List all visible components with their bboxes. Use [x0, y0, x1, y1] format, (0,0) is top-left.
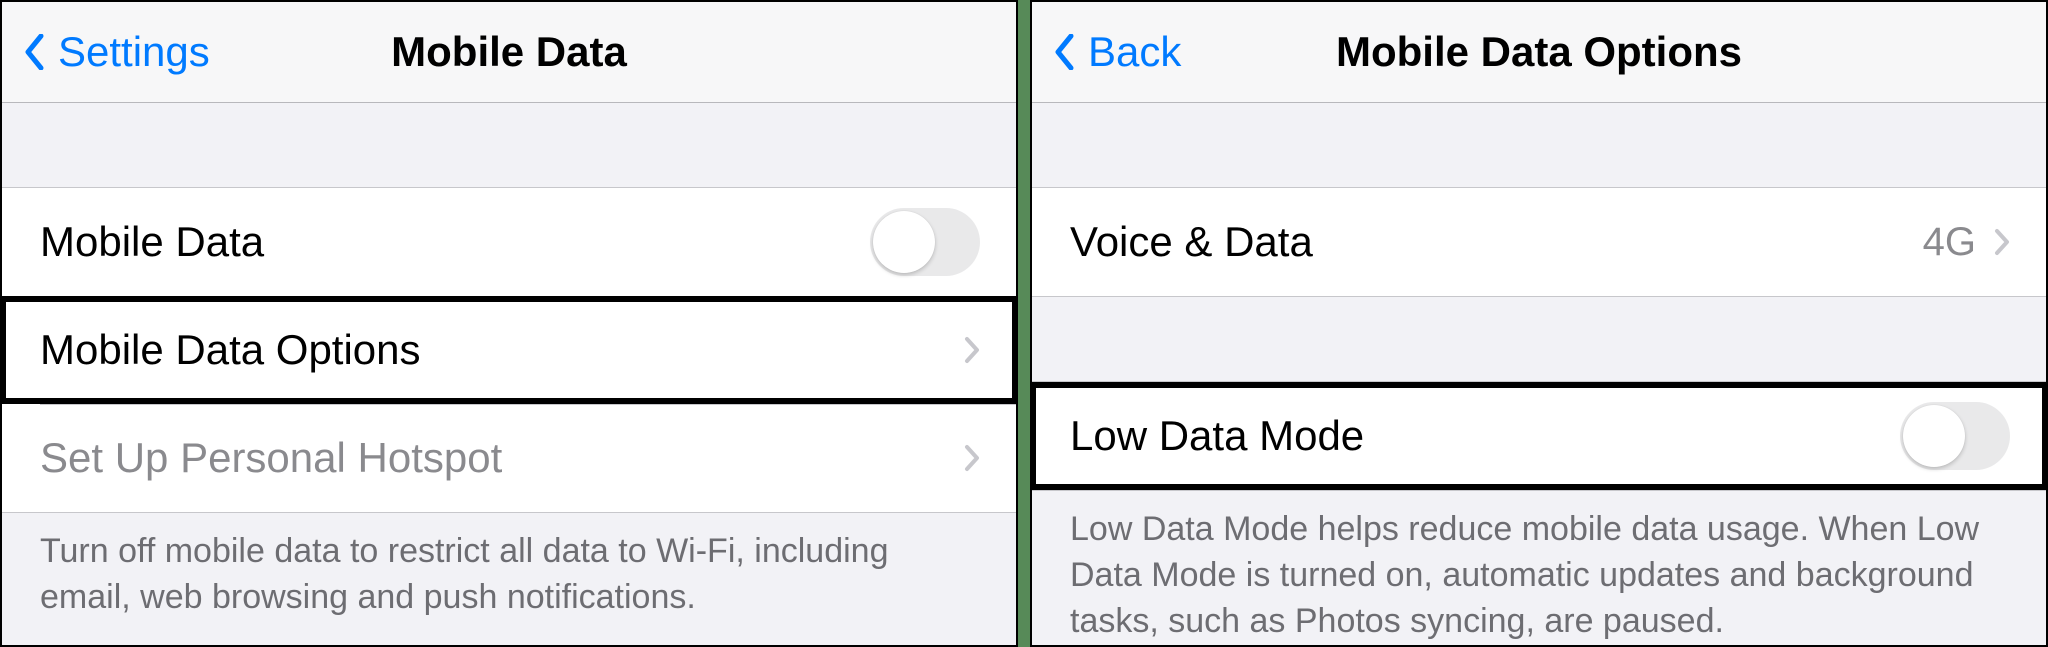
back-button[interactable]: Settings [24, 2, 210, 102]
row-value: 4G [1923, 220, 1976, 265]
toggle-knob [873, 211, 935, 273]
spacer [1032, 103, 2046, 187]
settings-group: Low Data Mode [1032, 381, 2046, 491]
toggle-knob [1903, 405, 1965, 467]
content[interactable]: Mobile Data Mobile Data Options Set Up P… [2, 103, 1016, 621]
row-voice-and-data[interactable]: Voice & Data 4G [1032, 188, 2046, 296]
pane-divider [1018, 0, 1030, 647]
navbar: Settings Mobile Data [2, 2, 1016, 103]
back-label: Settings [58, 28, 210, 76]
settings-group: Mobile Data Mobile Data Options Set Up P… [2, 187, 1016, 513]
pane-mobile-data-options: Back Mobile Data Options Voice & Data 4G… [1030, 0, 2048, 647]
page-title: Mobile Data Options [1336, 28, 1742, 76]
navbar: Back Mobile Data Options [1032, 2, 2046, 103]
chevron-right-icon [964, 444, 980, 472]
mobile-data-toggle[interactable] [870, 208, 980, 276]
row-mobile-data-options[interactable]: Mobile Data Options [2, 296, 1016, 404]
screenshot-canvas: Settings Mobile Data Mobile Data Mobile … [0, 0, 2048, 647]
row-label: Mobile Data [40, 218, 870, 266]
chevron-right-icon [1994, 228, 2010, 256]
group-footer: Turn off mobile data to restrict all dat… [2, 513, 1016, 621]
content[interactable]: Voice & Data 4G Low Data Mode Low Data M… [1032, 103, 2046, 645]
chevron-right-icon [964, 336, 980, 364]
row-label: Mobile Data Options [40, 326, 964, 374]
page-title: Mobile Data [391, 28, 627, 76]
row-low-data-mode[interactable]: Low Data Mode [1032, 382, 2046, 490]
row-mobile-data-toggle[interactable]: Mobile Data [2, 188, 1016, 296]
back-label: Back [1088, 28, 1181, 76]
row-label: Low Data Mode [1070, 412, 1900, 460]
spacer [2, 103, 1016, 187]
pane-mobile-data: Settings Mobile Data Mobile Data Mobile … [0, 0, 1018, 647]
group-footer: Low Data Mode helps reduce mobile data u… [1032, 491, 2046, 645]
settings-group: Voice & Data 4G [1032, 187, 2046, 297]
back-button[interactable]: Back [1054, 2, 1181, 102]
low-data-mode-toggle[interactable] [1900, 402, 2010, 470]
row-label: Set Up Personal Hotspot [40, 434, 964, 482]
chevron-left-icon [24, 34, 44, 70]
spacer [1032, 297, 2046, 381]
chevron-left-icon [1054, 34, 1074, 70]
row-personal-hotspot[interactable]: Set Up Personal Hotspot [2, 404, 1016, 512]
row-label: Voice & Data [1070, 218, 1923, 266]
